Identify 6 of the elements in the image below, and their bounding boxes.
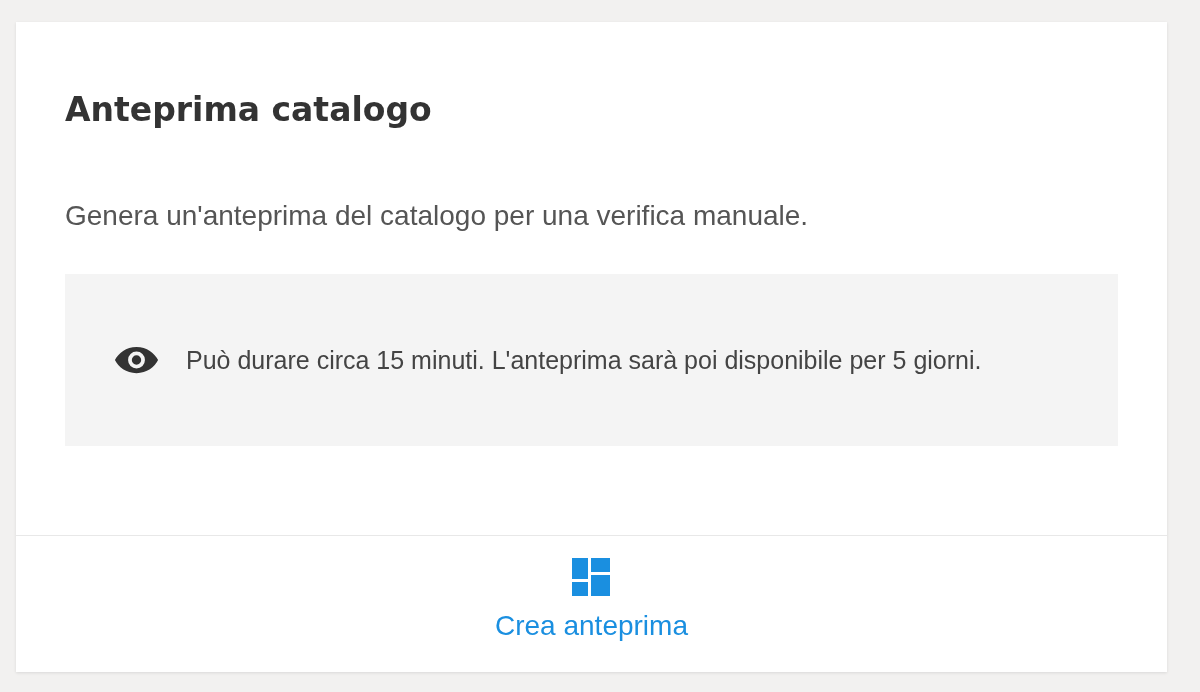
eye-icon	[114, 345, 159, 375]
description-text: Genera un'anteprima del catalogo per una verifica manuale.	[65, 199, 810, 233]
create-preview-button[interactable]: Crea anteprima	[491, 558, 692, 642]
card-title: Anteprima catalogo	[65, 90, 433, 130]
info-text: Può durare circa 15 minuti. L'anteprima sarà poi disponibile per 5 giorni.	[186, 344, 982, 376]
dashboard-icon	[572, 558, 611, 596]
